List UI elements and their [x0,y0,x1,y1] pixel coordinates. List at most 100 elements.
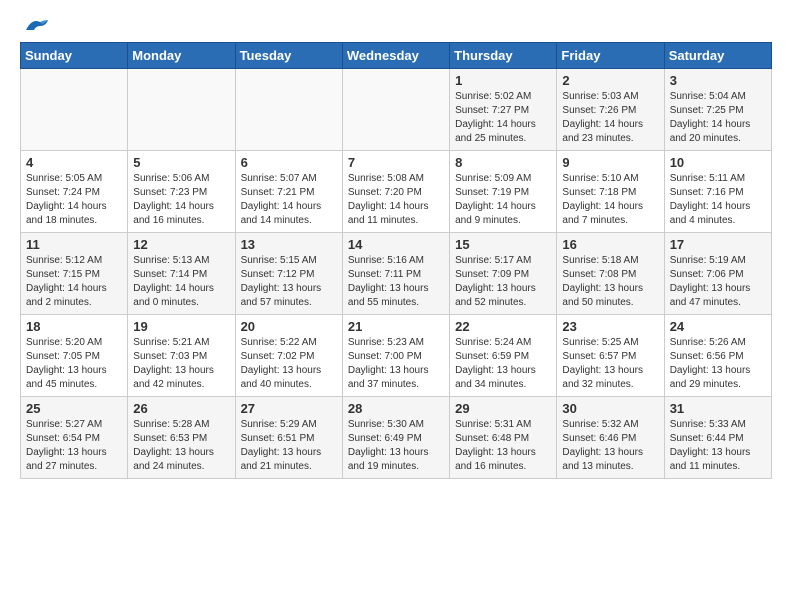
day-cell: 20 Sunrise: 5:22 AM Sunset: 7:02 PM Dayli… [235,315,342,397]
day-cell: 9 Sunrise: 5:10 AM Sunset: 7:18 PM Daylig… [557,151,664,233]
day-number: 14 [348,237,444,252]
day-number: 4 [26,155,122,170]
day-cell: 28 Sunrise: 5:30 AM Sunset: 6:49 PM Dayli… [342,397,449,479]
day-number: 27 [241,401,337,416]
day-info: Sunrise: 5:22 AM Sunset: 7:02 PM Dayligh… [241,336,337,392]
day-info: Sunrise: 5:04 AM Sunset: 7:25 PM Dayligh… [670,90,766,146]
day-number: 30 [562,401,658,416]
day-info: Sunrise: 5:30 AM Sunset: 6:49 PM Dayligh… [348,418,444,474]
day-number: 10 [670,155,766,170]
day-cell: 24Sunrise: 5:26 AM Sunset: 6:56 PM Dayli… [664,315,771,397]
day-info: Sunrise: 5:31 AM Sunset: 6:48 PM Dayligh… [455,418,551,474]
day-info: Sunrise: 5:09 AM Sunset: 7:19 PM Dayligh… [455,172,551,228]
day-cell: 23 Sunrise: 5:25 AM Sunset: 6:57 PM Dayli… [557,315,664,397]
day-number: 1 [455,73,551,88]
day-cell: 26 Sunrise: 5:28 AM Sunset: 6:53 PM Dayli… [128,397,235,479]
day-info: Sunrise: 5:10 AM Sunset: 7:18 PM Dayligh… [562,172,658,228]
logo [20,20,50,32]
day-cell: 4 Sunrise: 5:05 AM Sunset: 7:24 PM Daylig… [21,151,128,233]
week-row-1: 1 Sunrise: 5:02 AM Sunset: 7:27 PM Daylig… [21,69,772,151]
day-info: Sunrise: 5:23 AM Sunset: 7:00 PM Dayligh… [348,336,444,392]
day-number: 23 [562,319,658,334]
col-header-wednesday: Wednesday [342,43,449,69]
col-header-sunday: Sunday [21,43,128,69]
day-number: 15 [455,237,551,252]
day-cell: 11 Sunrise: 5:12 AM Sunset: 7:15 PM Dayli… [21,233,128,315]
day-number: 6 [241,155,337,170]
day-cell: 21 Sunrise: 5:23 AM Sunset: 7:00 PM Dayli… [342,315,449,397]
day-cell: 15 Sunrise: 5:17 AM Sunset: 7:09 PM Dayli… [450,233,557,315]
day-cell: 1 Sunrise: 5:02 AM Sunset: 7:27 PM Daylig… [450,69,557,151]
col-header-friday: Friday [557,43,664,69]
day-cell [128,69,235,151]
day-cell: 25 Sunrise: 5:27 AM Sunset: 6:54 PM Dayli… [21,397,128,479]
day-number: 19 [133,319,229,334]
day-info: Sunrise: 5:15 AM Sunset: 7:12 PM Dayligh… [241,254,337,310]
week-row-5: 25 Sunrise: 5:27 AM Sunset: 6:54 PM Dayli… [21,397,772,479]
col-header-thursday: Thursday [450,43,557,69]
day-info: Sunrise: 5:21 AM Sunset: 7:03 PM Dayligh… [133,336,229,392]
day-cell: 19 Sunrise: 5:21 AM Sunset: 7:03 PM Dayli… [128,315,235,397]
day-info: Sunrise: 5:19 AM Sunset: 7:06 PM Dayligh… [670,254,766,310]
col-header-tuesday: Tuesday [235,43,342,69]
day-number: 11 [26,237,122,252]
day-info: Sunrise: 5:03 AM Sunset: 7:26 PM Dayligh… [562,90,658,146]
day-number: 17 [670,237,766,252]
day-cell: 12 Sunrise: 5:13 AM Sunset: 7:14 PM Dayli… [128,233,235,315]
day-info: Sunrise: 5:02 AM Sunset: 7:27 PM Dayligh… [455,90,551,146]
col-header-saturday: Saturday [664,43,771,69]
week-row-2: 4 Sunrise: 5:05 AM Sunset: 7:24 PM Daylig… [21,151,772,233]
day-info: Sunrise: 5:12 AM Sunset: 7:15 PM Dayligh… [26,254,122,310]
day-cell: 29 Sunrise: 5:31 AM Sunset: 6:48 PM Dayli… [450,397,557,479]
week-row-4: 18 Sunrise: 5:20 AM Sunset: 7:05 PM Dayli… [21,315,772,397]
calendar-table: SundayMondayTuesdayWednesdayThursdayFrid… [20,42,772,479]
day-cell: 13Sunrise: 5:15 AM Sunset: 7:12 PM Dayli… [235,233,342,315]
day-number: 26 [133,401,229,416]
page-header [20,20,772,32]
day-number: 25 [26,401,122,416]
day-info: Sunrise: 5:29 AM Sunset: 6:51 PM Dayligh… [241,418,337,474]
day-cell [235,69,342,151]
day-number: 12 [133,237,229,252]
day-info: Sunrise: 5:27 AM Sunset: 6:54 PM Dayligh… [26,418,122,474]
day-number: 2 [562,73,658,88]
day-number: 28 [348,401,444,416]
day-number: 21 [348,319,444,334]
day-info: Sunrise: 5:16 AM Sunset: 7:11 PM Dayligh… [348,254,444,310]
day-cell: 10 Sunrise: 5:11 AM Sunset: 7:16 PM Dayli… [664,151,771,233]
day-number: 3 [670,73,766,88]
day-info: Sunrise: 5:13 AM Sunset: 7:14 PM Dayligh… [133,254,229,310]
day-cell: 5Sunrise: 5:06 AM Sunset: 7:23 PM Daylig… [128,151,235,233]
day-number: 5 [133,155,229,170]
day-cell: 31 Sunrise: 5:33 AM Sunset: 6:44 PM Dayli… [664,397,771,479]
day-info: Sunrise: 5:20 AM Sunset: 7:05 PM Dayligh… [26,336,122,392]
day-number: 20 [241,319,337,334]
day-number: 29 [455,401,551,416]
day-info: Sunrise: 5:11 AM Sunset: 7:16 PM Dayligh… [670,172,766,228]
day-info: Sunrise: 5:18 AM Sunset: 7:08 PM Dayligh… [562,254,658,310]
day-info: Sunrise: 5:25 AM Sunset: 6:57 PM Dayligh… [562,336,658,392]
day-cell: 30Sunrise: 5:32 AM Sunset: 6:46 PM Dayli… [557,397,664,479]
day-info: Sunrise: 5:33 AM Sunset: 6:44 PM Dayligh… [670,418,766,474]
day-cell [342,69,449,151]
day-cell: 8 Sunrise: 5:09 AM Sunset: 7:19 PM Daylig… [450,151,557,233]
day-number: 7 [348,155,444,170]
day-number: 8 [455,155,551,170]
day-cell: 14 Sunrise: 5:16 AM Sunset: 7:11 PM Dayli… [342,233,449,315]
week-row-3: 11 Sunrise: 5:12 AM Sunset: 7:15 PM Dayli… [21,233,772,315]
day-cell: 3 Sunrise: 5:04 AM Sunset: 7:25 PM Daylig… [664,69,771,151]
day-cell [21,69,128,151]
logo-bird-icon [22,16,50,38]
day-info: Sunrise: 5:26 AM Sunset: 6:56 PM Dayligh… [670,336,766,392]
day-info: Sunrise: 5:08 AM Sunset: 7:20 PM Dayligh… [348,172,444,228]
day-cell: 27 Sunrise: 5:29 AM Sunset: 6:51 PM Dayli… [235,397,342,479]
day-info: Sunrise: 5:28 AM Sunset: 6:53 PM Dayligh… [133,418,229,474]
col-header-monday: Monday [128,43,235,69]
day-number: 9 [562,155,658,170]
day-info: Sunrise: 5:05 AM Sunset: 7:24 PM Dayligh… [26,172,122,228]
day-number: 18 [26,319,122,334]
day-number: 31 [670,401,766,416]
day-cell: 18 Sunrise: 5:20 AM Sunset: 7:05 PM Dayli… [21,315,128,397]
day-info: Sunrise: 5:17 AM Sunset: 7:09 PM Dayligh… [455,254,551,310]
day-cell: 6Sunrise: 5:07 AM Sunset: 7:21 PM Daylig… [235,151,342,233]
